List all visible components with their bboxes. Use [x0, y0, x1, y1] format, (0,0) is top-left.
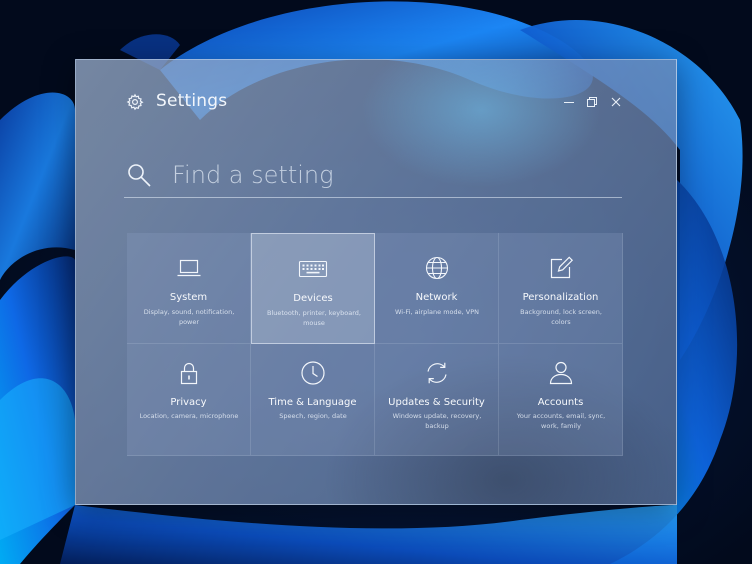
settings-window: Settings Find a setting System Display, …: [75, 59, 677, 505]
search-icon[interactable]: [126, 162, 152, 188]
category-description: Windows update, recovery, backup: [392, 412, 482, 430]
category-name: Personalization: [522, 292, 599, 303]
category-name: Privacy: [170, 397, 207, 408]
category-name: Accounts: [537, 397, 584, 408]
category-tile-network[interactable]: Network Wi-Fi, airplane mode, VPN: [375, 233, 499, 344]
category-tile-time-language[interactable]: Time & Language Speech, region, date: [251, 344, 375, 456]
clock-icon: [298, 358, 328, 388]
gear-icon: [126, 93, 144, 111]
category-description: Speech, region, date: [279, 412, 347, 420]
category-tile-privacy[interactable]: Privacy Location, camera, microphone: [127, 344, 251, 456]
category-description: Bluetooth, printer, keyboard, mouse: [267, 309, 361, 327]
restore-icon: [587, 97, 597, 107]
minimize-button[interactable]: [561, 94, 577, 110]
category-name: Devices: [293, 293, 333, 304]
title-bar[interactable]: Settings: [76, 60, 676, 140]
category-tile-system[interactable]: System Display, sound, notification, pow…: [127, 233, 251, 344]
pen-square-icon: [546, 253, 576, 283]
category-description: Wi-Fi, airplane mode, VPN: [395, 308, 479, 316]
close-button[interactable]: [608, 94, 624, 110]
category-tile-personalization[interactable]: Personalization Background, lock screen,…: [499, 233, 623, 344]
restore-button[interactable]: [584, 94, 600, 110]
window-title: Settings: [156, 91, 228, 111]
category-tile-accounts[interactable]: Accounts Your accounts, email, sync, wor…: [499, 344, 623, 456]
minimize-icon: [564, 102, 574, 103]
laptop-icon: [174, 253, 204, 283]
person-icon: [546, 358, 576, 388]
globe-icon: [422, 253, 452, 283]
category-description: Background, lock screen, colors: [520, 308, 602, 326]
category-grid: System Display, sound, notification, pow…: [127, 233, 623, 456]
keyboard-icon: [298, 254, 328, 284]
search-box: [124, 156, 622, 198]
close-icon: [611, 97, 621, 107]
lock-icon: [174, 358, 204, 388]
search-input[interactable]: [172, 156, 612, 194]
category-tile-updates-security[interactable]: Updates & Security Windows update, recov…: [375, 344, 499, 456]
category-description: Location, camera, microphone: [139, 412, 239, 420]
category-name: Time & Language: [268, 397, 357, 408]
sync-icon: [422, 358, 452, 388]
category-description: Your accounts, email, sync, work, family: [516, 412, 606, 430]
category-name: Network: [415, 292, 458, 303]
category-name: System: [169, 292, 208, 303]
category-description: Display, sound, notification, power: [143, 308, 235, 326]
category-name: Updates & Security: [388, 397, 485, 408]
category-tile-devices[interactable]: Devices Bluetooth, printer, keyboard, mo…: [251, 233, 375, 344]
